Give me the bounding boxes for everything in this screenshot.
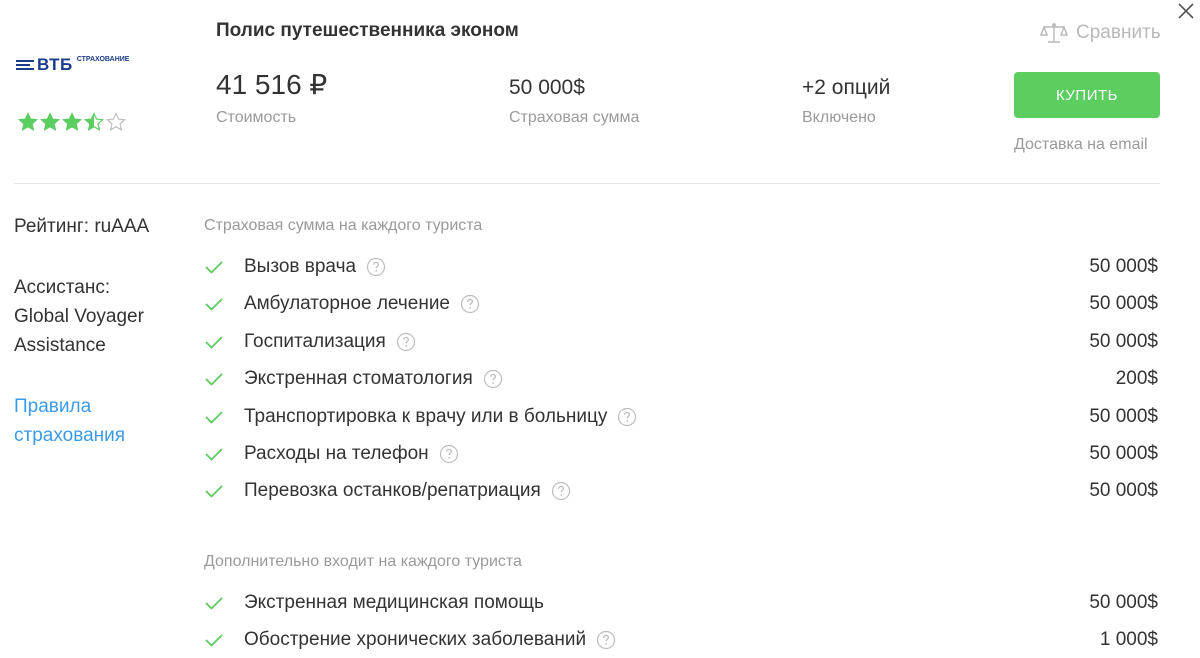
coverage-row: Госпитализация 50 000$ [204,324,1158,360]
help-icon[interactable] [396,332,416,352]
cost-label: Стоимость [216,109,297,126]
delivery-note: Доставка на email [1014,136,1148,153]
help-icon[interactable] [439,444,459,464]
insurer-rating: Рейтинг: ruAAA [14,216,150,237]
buy-button[interactable]: КУПИТЬ [1014,72,1160,118]
coverage-name: Обострение хронических заболеваний [244,629,587,651]
coverage-row: Амбулаторное лечение 50 000$ [204,286,1158,322]
coverage-amount: 50 000$ [1089,256,1158,277]
sum-value: 50 000$ [509,76,585,99]
coverage-row: Расходы на телефон 50 000$ [204,436,1158,472]
logo-brand: ВТБ [37,55,73,74]
star-full-icon [40,112,60,131]
coverage-amount: 1 000$ [1099,629,1158,651]
help-icon[interactable] [551,481,571,501]
sum-label: Страховая сумма [509,109,640,126]
check-icon [205,448,223,461]
coverage-row: Вызов врача 50 000$ [204,249,1158,285]
cost-value: 41 516 ₽ [216,69,328,100]
coverage-name: Вызов врача [244,256,357,277]
coverage-amount: 50 000$ [1089,443,1158,464]
coverage-name: Расходы на телефон [244,443,429,464]
check-icon [205,373,223,386]
rating-stars [18,112,126,132]
extra-section-title: Дополнительно входит на каждого туриста [204,553,522,570]
coverage-amount: 50 000$ [1089,405,1158,427]
logo-bars-icon [16,60,34,70]
help-icon[interactable] [460,294,480,314]
check-icon [205,261,223,274]
options-label: Включено [802,109,876,126]
coverage-section-title: Страховая сумма на каждого туриста [204,217,483,234]
insurance-rules-link[interactable]: Правила страхования [14,392,125,450]
assistance-line: Ассистанс: [14,277,111,298]
options-value: +2 опций [802,76,891,99]
coverage-name: Транспортировка к врачу или в больницу [244,405,608,427]
coverage-row: Транспортировка к врачу или в больницу 50… [204,399,1158,435]
rules-line: Правила [14,396,92,417]
star-full-icon [62,112,82,131]
coverage-amount: 50 000$ [1089,592,1158,613]
logo-sub: СТРАХОВАНИЕ [76,56,130,63]
assistance-info: Ассистанс: Global Voyager Assistance [14,273,144,360]
assistance-line: Assistance [14,335,106,356]
coverage-name: Экстренная стоматология [244,368,473,390]
coverage-row: Обострение хронических заболеваний 1 000$ [204,622,1158,658]
help-icon[interactable] [366,257,386,277]
coverage-row: Перевозка останков/репатриация 50 000$ [204,473,1158,509]
star-empty-icon [106,112,126,131]
rules-line: страхования [14,425,126,446]
check-icon [205,336,223,349]
coverage-amount: 200$ [1115,368,1158,390]
assistance-line: Global Voyager [14,306,144,327]
company-logo: ВТБ СТРАХОВАНИЕ [16,54,129,76]
check-icon [205,298,223,312]
coverage-name: Амбулаторное лечение [244,293,450,315]
check-icon [205,634,223,648]
star-half-icon [84,112,104,131]
header-divider [14,183,1160,184]
star-full-icon [18,112,38,131]
check-icon [205,485,223,499]
coverage-row: Экстренная медицинская помощь 50 000$ [204,585,1158,621]
close-icon[interactable] [1174,0,1198,24]
check-icon [205,410,223,424]
scales-icon [1040,23,1068,43]
coverage-row: Экстренная стоматология 200$ [204,361,1158,397]
help-icon[interactable] [617,407,637,427]
coverage-amount: 50 000$ [1089,293,1158,315]
coverage-name: Перевозка останков/репатриация [244,480,541,502]
help-icon[interactable] [596,630,616,650]
help-icon[interactable] [483,369,503,389]
check-icon [205,597,223,610]
coverage-name: Экстренная медицинская помощь [244,592,544,613]
policy-title: Полис путешественника эконом [216,20,519,41]
compare-button[interactable]: Сравнить [1040,22,1161,44]
coverage-amount: 50 000$ [1089,330,1158,352]
compare-label: Сравнить [1076,22,1161,43]
coverage-amount: 50 000$ [1089,480,1158,502]
coverage-name: Госпитализация [244,330,386,352]
